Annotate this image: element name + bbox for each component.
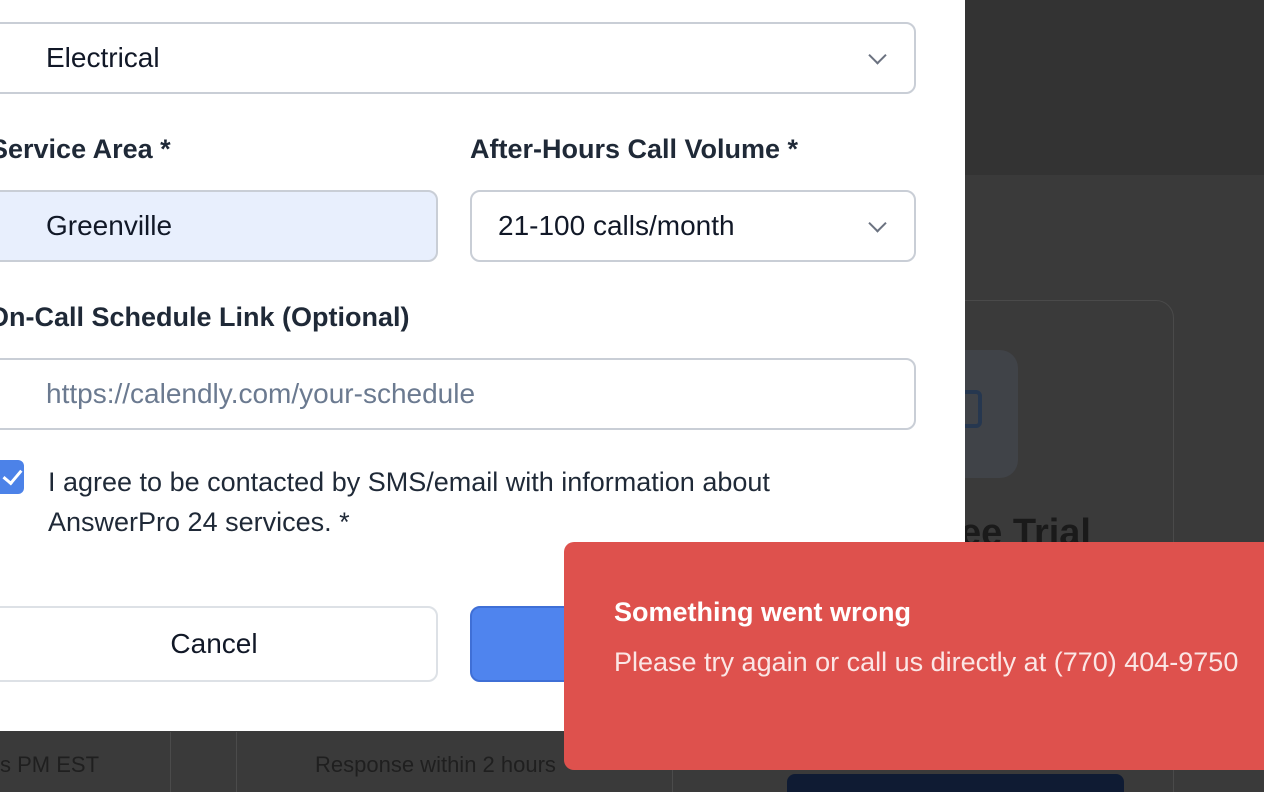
background-cta-button bbox=[787, 774, 1124, 792]
schedule-link-input[interactable]: https://calendly.com/your-schedule bbox=[0, 358, 916, 430]
error-toast: Something went wrong Please try again or… bbox=[564, 542, 1264, 770]
background-table-divider bbox=[236, 732, 237, 792]
consent-label: I agree to be contacted by SMS/email wit… bbox=[48, 467, 770, 537]
service-area-value: Greenville bbox=[46, 210, 173, 241]
background-row-response: Response within 2 hours bbox=[315, 752, 556, 777]
consent-checkbox[interactable] bbox=[0, 460, 24, 494]
service-area-label: Service Area * bbox=[0, 134, 171, 164]
industry-select-value: Electrical bbox=[46, 42, 160, 73]
call-volume-value: 21-100 calls/month bbox=[498, 210, 735, 241]
background-table-divider bbox=[170, 732, 171, 792]
toast-title: Something went wrong bbox=[614, 597, 911, 627]
toast-message: Please try again or call us directly at … bbox=[614, 647, 1239, 677]
chevron-down-icon bbox=[868, 46, 887, 65]
schedule-link-placeholder: https://calendly.com/your-schedule bbox=[46, 378, 476, 409]
chevron-down-icon bbox=[868, 214, 887, 233]
service-area-input[interactable]: Greenville bbox=[0, 190, 438, 262]
cancel-button[interactable]: Cancel bbox=[0, 606, 438, 682]
industry-select[interactable]: Electrical bbox=[0, 22, 916, 94]
checkmark-icon bbox=[2, 464, 22, 486]
background-row-hours: s PM EST bbox=[0, 752, 100, 777]
call-volume-select[interactable]: 21-100 calls/month bbox=[470, 190, 916, 262]
call-volume-label: After-Hours Call Volume * bbox=[470, 134, 799, 164]
schedule-link-label: On-Call Schedule Link (Optional) bbox=[0, 302, 410, 332]
